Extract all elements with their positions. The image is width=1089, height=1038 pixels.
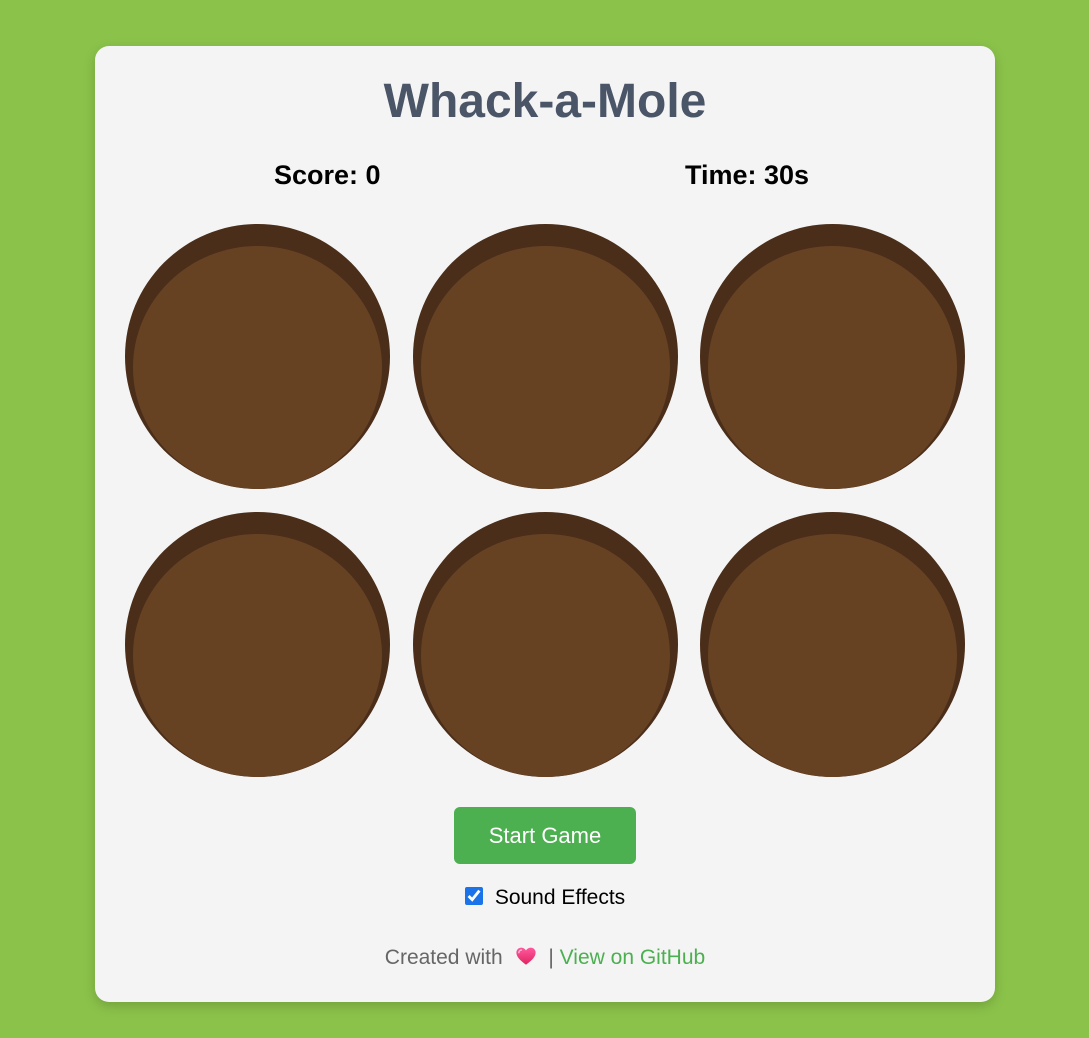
heart-icon: [515, 947, 536, 965]
mole-hole-5[interactable]: [413, 512, 678, 777]
time-display: Time: 30s: [685, 160, 810, 190]
hole-dirt: [708, 534, 957, 777]
sound-effects-label[interactable]: Sound Effects: [495, 886, 625, 909]
footer-separator: |: [548, 946, 554, 969]
github-link[interactable]: View on GitHub: [560, 946, 706, 969]
game-title: Whack-a-Mole: [383, 75, 707, 128]
mole-hole-3[interactable]: [700, 224, 965, 489]
hole-dirt: [708, 246, 957, 489]
mole-hole-2[interactable]: [413, 224, 678, 489]
footer-created-text: Created with: [384, 946, 503, 969]
game-card: Whack-a-Mole Score: 0 Time: 30s Start Ga…: [95, 46, 995, 1002]
hole-dirt: [133, 534, 382, 777]
mole-hole-6[interactable]: [700, 512, 965, 777]
score-display: Score: 0: [274, 160, 381, 190]
sound-effects-row: Sound Effects: [95, 886, 995, 910]
hole-dirt: [133, 246, 382, 489]
hole-dirt: [421, 534, 670, 777]
hole-dirt: [421, 246, 670, 489]
start-game-button[interactable]: Start Game: [454, 807, 636, 864]
footer: Created with | View on GitHub: [95, 945, 995, 970]
mole-hole-1[interactable]: [125, 224, 390, 489]
mole-hole-4[interactable]: [125, 512, 390, 777]
sound-effects-checkbox[interactable]: [464, 887, 483, 905]
